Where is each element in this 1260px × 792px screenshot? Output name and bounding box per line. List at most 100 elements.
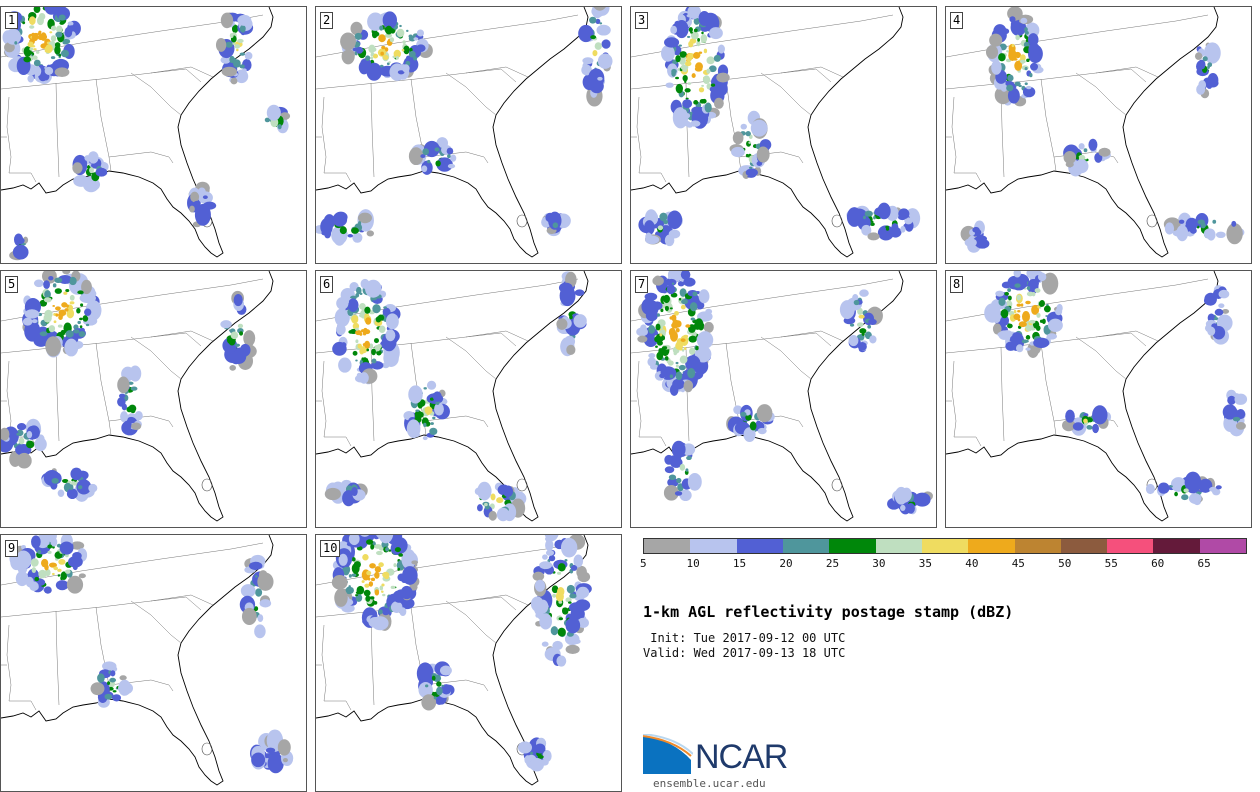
- echo-cell: [237, 15, 251, 26]
- reflectivity-map: [316, 535, 621, 791]
- echo-cell: [433, 391, 442, 402]
- echo-cell: [1216, 232, 1226, 238]
- echo-cell: [663, 295, 670, 303]
- echo-cell: [48, 276, 53, 280]
- echo-cell: [874, 207, 888, 217]
- echo-cell: [112, 694, 121, 701]
- echo-cell: [565, 597, 571, 602]
- echo-cell: [349, 574, 352, 578]
- echo-cell: [685, 468, 688, 471]
- echo-cell: [1083, 419, 1088, 424]
- echo-cell: [676, 365, 679, 368]
- echo-cell: [29, 16, 36, 25]
- echo-cell: [682, 99, 692, 108]
- echo-cell: [688, 473, 702, 491]
- echo-cell: [699, 289, 710, 303]
- echo-cell: [448, 164, 455, 168]
- echo-cell: [1027, 292, 1034, 297]
- echo-cell: [27, 431, 32, 438]
- echo-cell: [542, 554, 548, 559]
- echo-cell: [1040, 320, 1043, 323]
- echo-cell: [58, 313, 64, 317]
- echo-cell: [1020, 60, 1026, 64]
- echo-cell: [636, 327, 648, 336]
- echo-cell: [597, 77, 602, 81]
- echo-cell: [569, 315, 573, 319]
- echo-cell: [648, 353, 655, 358]
- colorbar-swatch: [1107, 539, 1153, 553]
- echo-cell: [1009, 16, 1015, 22]
- echo-cell: [374, 601, 378, 605]
- echo-cell: [670, 331, 678, 342]
- echo-cell: [119, 394, 125, 398]
- echo-cell: [692, 292, 697, 297]
- echo-cell: [63, 292, 67, 295]
- echo-cell: [665, 305, 669, 311]
- echo-cell: [254, 556, 262, 563]
- echo-cell: [16, 237, 25, 244]
- colorbar-swatch: [922, 539, 968, 553]
- echo-cell: [1234, 394, 1247, 405]
- echo-cell: [672, 283, 675, 285]
- echo-cell: [381, 46, 385, 49]
- echo-cell: [257, 614, 263, 622]
- echo-cell: [1025, 301, 1031, 305]
- echo-cell: [430, 422, 434, 425]
- echo-cell: [229, 365, 236, 371]
- echo-cell: [900, 226, 905, 233]
- echo-cell: [682, 111, 687, 117]
- echo-cell: [1030, 63, 1038, 71]
- echo-cell: [58, 574, 60, 576]
- colorbar-tick-label: 65: [1198, 557, 1211, 570]
- echo-cell: [255, 588, 262, 596]
- colorbar-tick-label: 60: [1151, 557, 1164, 570]
- echo-cell: [689, 27, 693, 32]
- echo-cell: [545, 536, 554, 542]
- echo-cell: [53, 567, 58, 571]
- echo-cell: [60, 577, 63, 581]
- echo-cell: [681, 305, 686, 310]
- ensemble-member-panel: 9: [0, 534, 307, 792]
- echo-cell: [55, 19, 59, 21]
- echo-cell: [1007, 75, 1013, 82]
- echo-cell: [676, 371, 683, 380]
- website-url[interactable]: ensemble.ucar.edu: [653, 777, 766, 790]
- colorbar-tick-label: 35: [919, 557, 932, 570]
- init-time: Init: Tue 2017-09-12 00 UTC: [643, 631, 845, 645]
- echo-cell: [558, 628, 566, 637]
- reflectivity-map: [1, 535, 306, 791]
- echo-cell: [685, 88, 691, 92]
- echo-cell: [355, 359, 358, 361]
- echo-cell: [1098, 148, 1110, 157]
- echo-cell: [356, 287, 362, 294]
- echo-cell: [432, 676, 436, 681]
- echo-cell: [365, 595, 370, 602]
- colorbar-tick-label: 20: [779, 557, 792, 570]
- echo-cell: [374, 284, 381, 293]
- echo-cell: [670, 374, 673, 378]
- echo-cell: [65, 27, 73, 37]
- echo-cell: [869, 335, 876, 343]
- echo-cell: [332, 575, 348, 590]
- echo-cell: [232, 350, 246, 364]
- echo-cell: [32, 567, 37, 573]
- echo-cell: [546, 550, 554, 556]
- echo-cell: [535, 613, 540, 618]
- echo-cell: [362, 580, 365, 583]
- echo-cell: [375, 566, 381, 572]
- echo-cell: [679, 298, 682, 301]
- echo-cell: [568, 601, 572, 603]
- echo-cell: [535, 580, 545, 592]
- echo-cell: [1007, 288, 1011, 292]
- echo-cell: [22, 21, 25, 24]
- echo-cell: [66, 330, 74, 337]
- reflectivity-map: [946, 271, 1251, 527]
- echo-cell: [38, 32, 41, 35]
- echo-cell: [714, 55, 721, 62]
- echo-cell: [415, 410, 419, 412]
- echo-cell: [1065, 410, 1075, 423]
- echo-cell: [1017, 303, 1022, 306]
- echo-cell: [602, 39, 611, 48]
- echo-cell: [647, 357, 656, 366]
- echo-cell: [746, 154, 749, 157]
